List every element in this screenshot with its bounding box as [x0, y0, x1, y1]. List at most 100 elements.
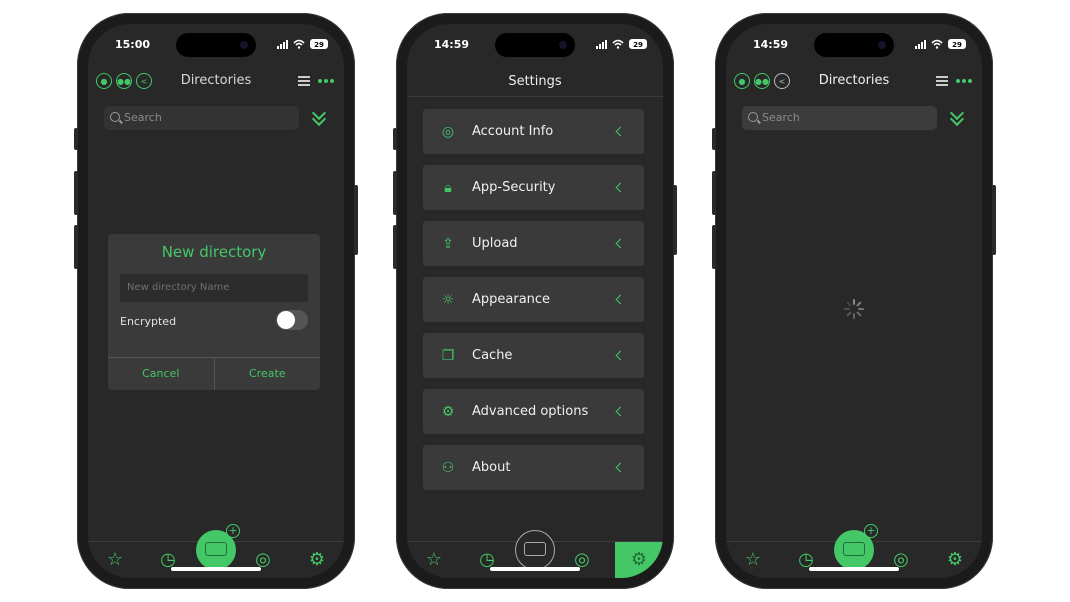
volume-down-button — [74, 225, 78, 269]
side-button — [393, 128, 397, 150]
screen: 15:00 29 ● ●● < Directories Search New d… — [88, 24, 344, 578]
search-icon — [110, 112, 120, 122]
battery-icon: 29 — [948, 39, 966, 49]
status-time: 14:59 — [753, 38, 789, 51]
box-icon — [524, 542, 546, 556]
more-options-icon[interactable] — [956, 79, 972, 83]
top-bar: ● ●● < Directories — [726, 69, 982, 95]
power-button — [354, 185, 358, 255]
settings-item-advanced-options[interactable]: ⚙ Advanced options — [423, 389, 644, 434]
search-icon — [748, 112, 758, 122]
chevron-left-icon — [615, 126, 626, 137]
phone-right: 14:59 29 ● ●● < Directories Search ☆ ◷ ◎… — [712, 13, 996, 589]
status-time: 14:59 — [434, 38, 470, 51]
settings-item-account-info[interactable]: ◎ Account Info — [423, 109, 644, 154]
expand-chevron-icon[interactable] — [311, 105, 327, 127]
settings-gear-icon[interactable]: ⚙ — [945, 550, 965, 570]
cancel-button[interactable]: Cancel — [108, 358, 214, 390]
settings-item-label: Cache — [472, 348, 513, 363]
search-input[interactable]: Search — [104, 106, 299, 130]
plus-icon: + — [864, 524, 878, 538]
volume-up-button — [393, 171, 397, 215]
add-directory-button[interactable]: + — [196, 524, 240, 570]
settings-item-label: Upload — [472, 236, 518, 251]
screen: 14:59 29 ● ●● < Directories Search ☆ ◷ ◎… — [726, 24, 982, 578]
volume-down-button — [393, 225, 397, 269]
phone-left: 15:00 29 ● ●● < Directories Search New d… — [74, 13, 358, 589]
side-button — [712, 128, 716, 150]
home-indicator — [490, 567, 580, 571]
box-icon — [843, 542, 865, 556]
status-bar: 14:59 29 — [407, 38, 663, 54]
chevron-left-icon — [615, 294, 626, 305]
signal-icon — [596, 39, 607, 49]
people-icon: ⚇ — [441, 460, 455, 476]
signal-icon — [915, 39, 926, 49]
settings-item-appearance[interactable]: ☼ Appearance — [423, 277, 644, 322]
add-directory-button[interactable] — [515, 530, 555, 570]
encrypted-label: Encrypted — [120, 315, 177, 328]
battery-icon: 29 — [629, 39, 647, 49]
settings-item-about[interactable]: ⚇ About — [423, 445, 644, 490]
new-directory-dialog: New directory New directory Name Encrypt… — [108, 234, 320, 390]
directory-name-input[interactable]: New directory Name — [120, 274, 308, 302]
gear-icon: ⚙ — [441, 404, 455, 420]
cache-icon: ❐ — [441, 348, 455, 364]
divider — [407, 96, 663, 97]
side-button — [74, 128, 78, 150]
favorites-star-icon[interactable]: ☆ — [424, 550, 444, 570]
chevron-left-icon — [615, 462, 626, 473]
settings-item-label: About — [472, 460, 511, 475]
wifi-icon — [931, 39, 943, 49]
list-view-icon[interactable] — [298, 76, 310, 86]
chevron-left-icon — [615, 406, 626, 417]
search-input[interactable]: Search — [742, 106, 937, 130]
chevron-left-icon — [615, 350, 626, 361]
power-button — [992, 185, 996, 255]
loading-spinner — [844, 299, 864, 319]
battery-icon: 29 — [310, 39, 328, 49]
top-bar: ● ●● < Directories — [88, 69, 344, 95]
expand-chevron-icon[interactable] — [949, 105, 965, 127]
settings-item-label: Account Info — [472, 124, 554, 139]
volume-down-button — [712, 225, 716, 269]
search-placeholder: Search — [762, 111, 800, 124]
home-indicator — [809, 567, 899, 571]
list-view-icon[interactable] — [936, 76, 948, 86]
power-button — [673, 185, 677, 255]
box-icon — [205, 542, 227, 556]
favorites-star-icon[interactable]: ☆ — [105, 550, 125, 570]
settings-gear-icon[interactable]: ⚙ — [307, 550, 327, 570]
more-options-icon[interactable] — [318, 79, 334, 83]
settings-item-label: Advanced options — [472, 404, 589, 419]
status-bar: 15:00 29 — [88, 38, 344, 54]
settings-item-label: App-Security — [472, 180, 556, 195]
phone-middle: 14:59 29 Settings ◎ Account Info 🔒︎ App-… — [393, 13, 677, 589]
wifi-icon — [293, 39, 305, 49]
account-icon: ◎ — [441, 124, 455, 140]
search-placeholder: Search — [124, 111, 162, 124]
dialog-title: New directory — [161, 243, 267, 261]
plus-icon: + — [226, 524, 240, 538]
home-indicator — [171, 567, 261, 571]
volume-up-button — [74, 171, 78, 215]
screen: 14:59 29 Settings ◎ Account Info 🔒︎ App-… — [407, 24, 663, 578]
encrypted-toggle[interactable] — [276, 310, 308, 330]
volume-up-button — [712, 171, 716, 215]
settings-item-app-security[interactable]: 🔒︎ App-Security — [423, 165, 644, 210]
favorites-star-icon[interactable]: ☆ — [743, 550, 763, 570]
chevron-left-icon — [615, 182, 626, 193]
wifi-icon — [612, 39, 624, 49]
create-button[interactable]: Create — [213, 358, 321, 390]
signal-icon — [277, 39, 288, 49]
chevron-left-icon — [615, 238, 626, 249]
status-bar: 14:59 29 — [726, 38, 982, 54]
add-directory-button[interactable]: + — [834, 524, 878, 570]
settings-item-label: Appearance — [472, 292, 551, 307]
lock-icon: 🔒︎ — [444, 180, 452, 196]
settings-item-upload[interactable]: ⇪ Upload — [423, 221, 644, 266]
page-title: Settings — [508, 74, 562, 89]
sun-icon: ☼ — [441, 292, 455, 308]
tab-settings-active[interactable]: ⚙ — [615, 542, 663, 578]
settings-item-cache[interactable]: ❐ Cache — [423, 333, 644, 378]
